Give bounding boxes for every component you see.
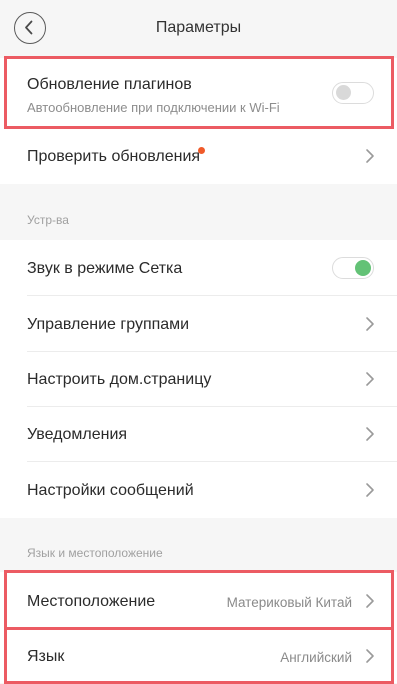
group-management-label: Управление группами (27, 316, 190, 333)
notifications-label: Уведомления (27, 426, 128, 443)
notification-dot (198, 147, 205, 154)
notifications-row[interactable]: Уведомления (0, 407, 397, 462)
location-label: Местоположение (27, 593, 156, 610)
chevron-right-icon (366, 649, 374, 663)
group-management-row[interactable]: Управление группами (0, 296, 397, 352)
plugin-update-subtitle: Автообновление при подключении к Wi-Fi (27, 100, 280, 115)
chevron-right-icon (366, 594, 374, 608)
check-updates-label: Проверить обновления (27, 148, 201, 165)
toggle-knob (336, 85, 351, 100)
page-title: Параметры (155, 19, 242, 36)
mesh-sound-toggle[interactable] (332, 257, 374, 279)
plugin-update-label: Обновление плагинов (27, 76, 192, 93)
message-settings-label: Настройки сообщений (27, 482, 194, 499)
mesh-sound-row[interactable]: Звук в режиме Сетка (0, 240, 397, 296)
chevron-right-icon (366, 149, 374, 163)
chevron-right-icon (366, 372, 374, 386)
language-value: Английский (280, 650, 352, 665)
message-settings-row[interactable]: Настройки сообщений (0, 462, 397, 518)
mesh-sound-label: Звук в режиме Сетка (27, 260, 183, 277)
location-value: Материковый Китай (226, 595, 352, 610)
toggle-knob (355, 259, 371, 276)
plugin-update-row[interactable]: Обновление плагинов Автообновление при п… (0, 58, 397, 128)
chevron-right-icon (366, 427, 374, 441)
language-label: Язык (27, 648, 65, 665)
plugin-update-toggle[interactable] (332, 82, 374, 104)
language-section-header: Язык и местоположение (27, 546, 163, 560)
language-row[interactable]: Язык Английский (0, 628, 397, 683)
header-bar: Параметры (0, 0, 397, 58)
chevron-right-icon (366, 483, 374, 497)
location-row[interactable]: Местоположение Материковый Китай (0, 572, 397, 628)
home-page-setup-row[interactable]: Настроить дом.страницу (0, 352, 397, 407)
devices-section-header: Устр-ва (27, 213, 69, 227)
home-page-setup-label: Настроить дом.страницу (27, 371, 212, 388)
check-updates-row[interactable]: Проверить обновления (0, 128, 397, 184)
chevron-right-icon (366, 317, 374, 331)
